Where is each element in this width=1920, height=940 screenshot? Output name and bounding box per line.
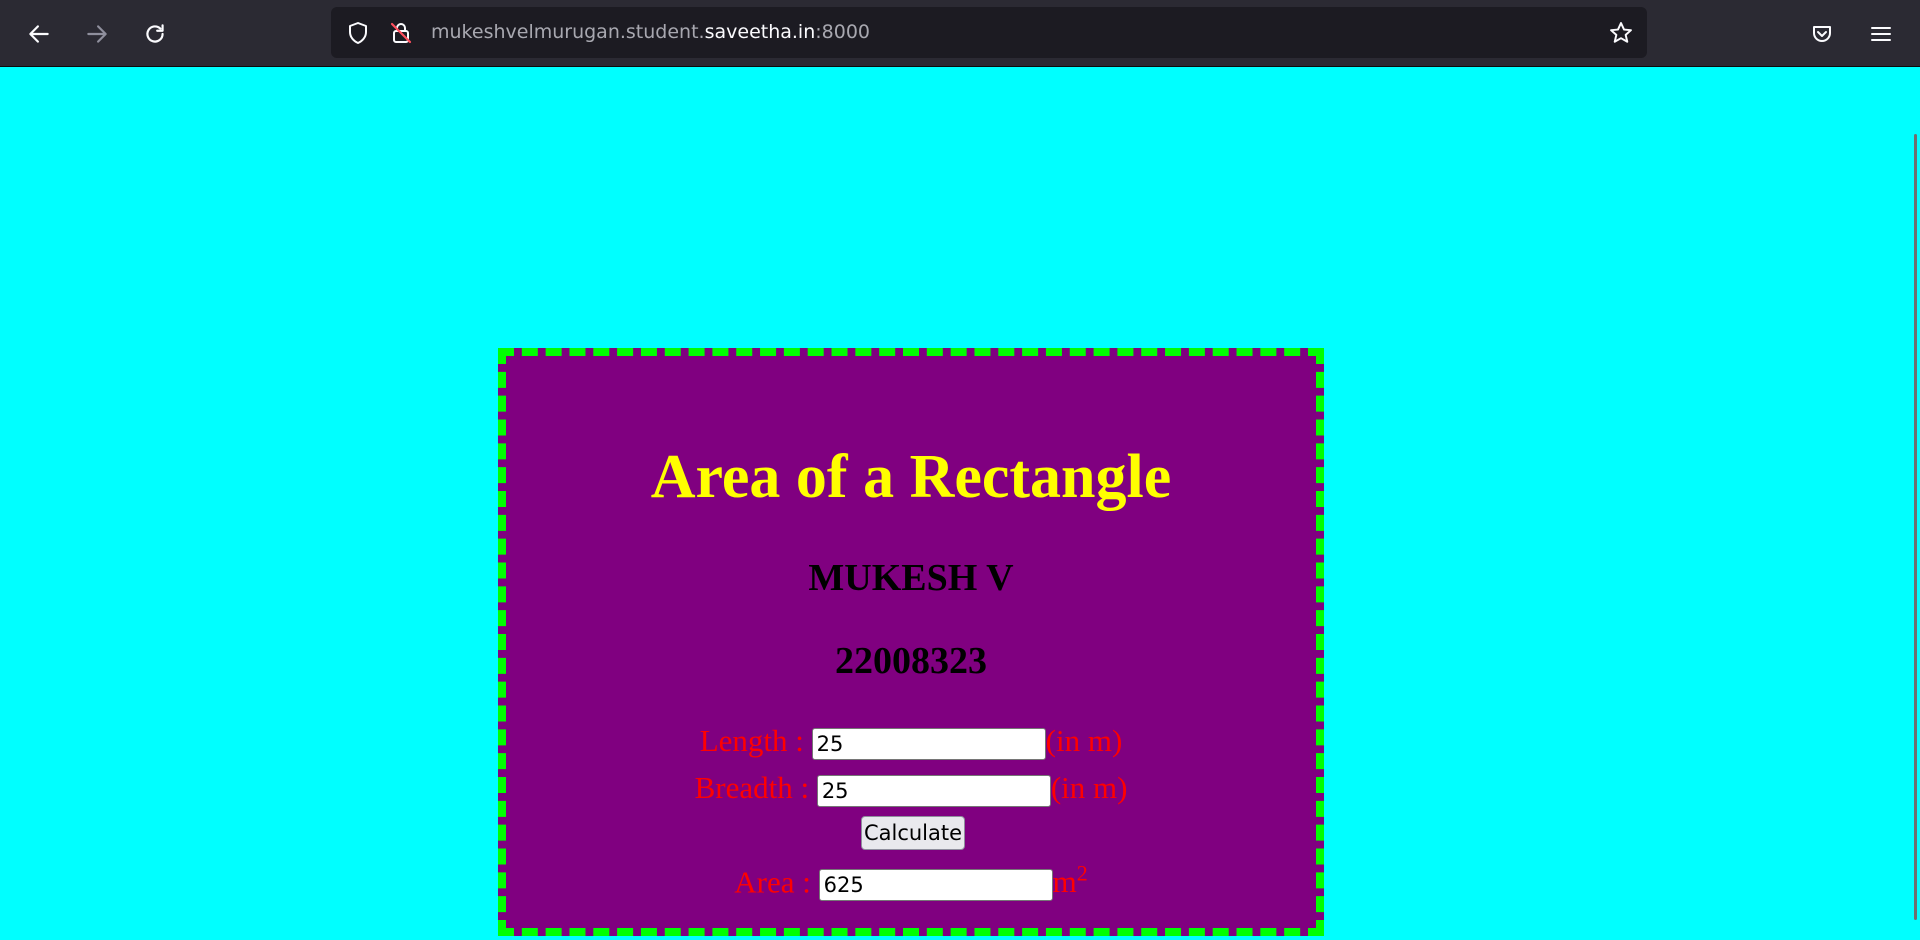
area-unit: m2 — [1052, 861, 1088, 900]
menu-icon — [1871, 27, 1891, 41]
url-bar[interactable]: mukeshvelmurugan.student.saveetha.in:800… — [331, 7, 1647, 58]
area-output[interactable] — [818, 869, 1053, 902]
area-unit-exponent: 2 — [1076, 861, 1088, 886]
breadth-unit: (in m) — [1050, 770, 1128, 805]
breadth-label: Breadth : — [694, 770, 810, 805]
url-prefix: mukeshvelmurugan.student. — [431, 21, 705, 43]
register-number: 22008323 — [835, 640, 987, 682]
url-host: saveetha.in — [704, 21, 816, 43]
length-row: Length : (in m) — [506, 723, 1316, 760]
insecure-lock-icon[interactable] — [388, 20, 414, 46]
vertical-scrollbar[interactable] — [1914, 134, 1917, 920]
url-text[interactable]: mukeshvelmurugan.student.saveetha.in:800… — [431, 7, 870, 58]
breadth-row: Breadth : (in m) — [506, 770, 1316, 807]
url-suffix: :8000 — [815, 21, 871, 43]
reload-icon — [146, 24, 164, 43]
browser-toolbar: mukeshvelmurugan.student.saveetha.in:800… — [0, 0, 1920, 67]
length-input[interactable] — [811, 727, 1046, 760]
page-title: Area of a Rectangle — [650, 443, 1172, 511]
calculate-button[interactable]: Calculate — [861, 816, 965, 850]
pocket-icon — [1813, 26, 1831, 42]
student-name: MUKESH V — [808, 557, 1014, 599]
reload-button[interactable] — [135, 14, 175, 54]
area-label: Area : — [734, 864, 811, 900]
menu-button[interactable] — [1861, 14, 1901, 54]
breadth-input[interactable] — [816, 774, 1051, 807]
back-arrow-icon — [29, 25, 49, 43]
bookmark-star-icon[interactable] — [1608, 20, 1634, 46]
back-button[interactable] — [19, 14, 59, 54]
forward-arrow-icon — [87, 25, 107, 43]
area-unit-base: m — [1052, 864, 1077, 900]
area-row: Area : m2 — [506, 861, 1316, 902]
shield-icon[interactable] — [345, 20, 371, 46]
forward-button[interactable] — [77, 14, 117, 54]
pocket-button[interactable] — [1802, 14, 1842, 54]
calculator-card: Area of a Rectangle MUKESH V 22008323 Le… — [498, 348, 1324, 936]
length-unit: (in m) — [1045, 723, 1123, 758]
length-label: Length : — [699, 723, 804, 758]
